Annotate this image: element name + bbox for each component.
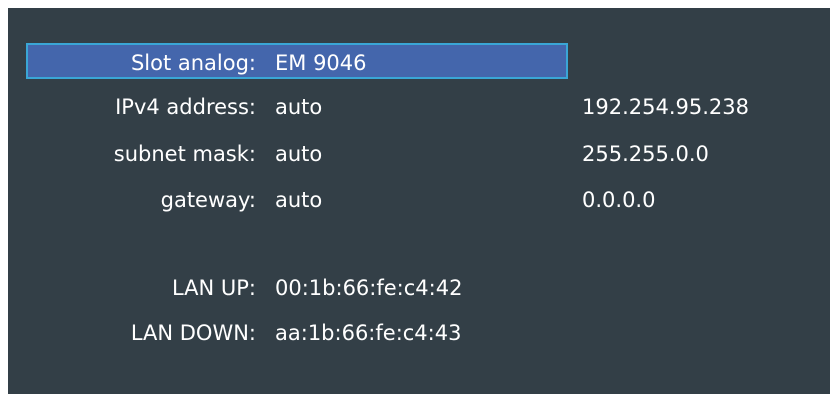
subnet-mask-label: subnet mask: — [113, 142, 256, 166]
gateway-mode: auto — [275, 188, 323, 212]
menu-item-ipv4-address[interactable]: IPv4 address: auto 192.254.95.238 — [26, 89, 816, 125]
gateway-label: gateway: — [160, 188, 256, 212]
lan-up-mac: 00:1b:66:fe:c4:42 — [275, 276, 463, 300]
ipv4-address-label: IPv4 address: — [115, 95, 256, 119]
menu-item-slot-analog[interactable]: Slot analog: EM 9046 — [26, 43, 568, 79]
ipv4-address-current: 192.254.95.238 — [582, 95, 749, 119]
gateway-current: 0.0.0.0 — [582, 188, 656, 212]
subnet-mask-mode: auto — [275, 142, 323, 166]
lan-down-row: LAN DOWN: aa:1b:66:fe:c4:43 — [26, 315, 566, 351]
network-settings-screen: Slot analog: EM 9046 IPv4 address: auto … — [8, 8, 830, 394]
subnet-mask-current: 255.255.0.0 — [582, 142, 709, 166]
slot-analog-value: EM 9046 — [275, 51, 367, 75]
lan-down-mac: aa:1b:66:fe:c4:43 — [275, 321, 462, 345]
lan-down-label: LAN DOWN: — [130, 321, 256, 345]
menu-item-subnet-mask[interactable]: subnet mask: auto 255.255.0.0 — [26, 136, 816, 172]
ipv4-address-mode: auto — [275, 95, 323, 119]
lan-up-row: LAN UP: 00:1b:66:fe:c4:42 — [26, 270, 566, 306]
menu-item-gateway[interactable]: gateway: auto 0.0.0.0 — [26, 182, 816, 218]
lan-up-label: LAN UP: — [171, 276, 256, 300]
slot-analog-label: Slot analog: — [130, 51, 256, 75]
